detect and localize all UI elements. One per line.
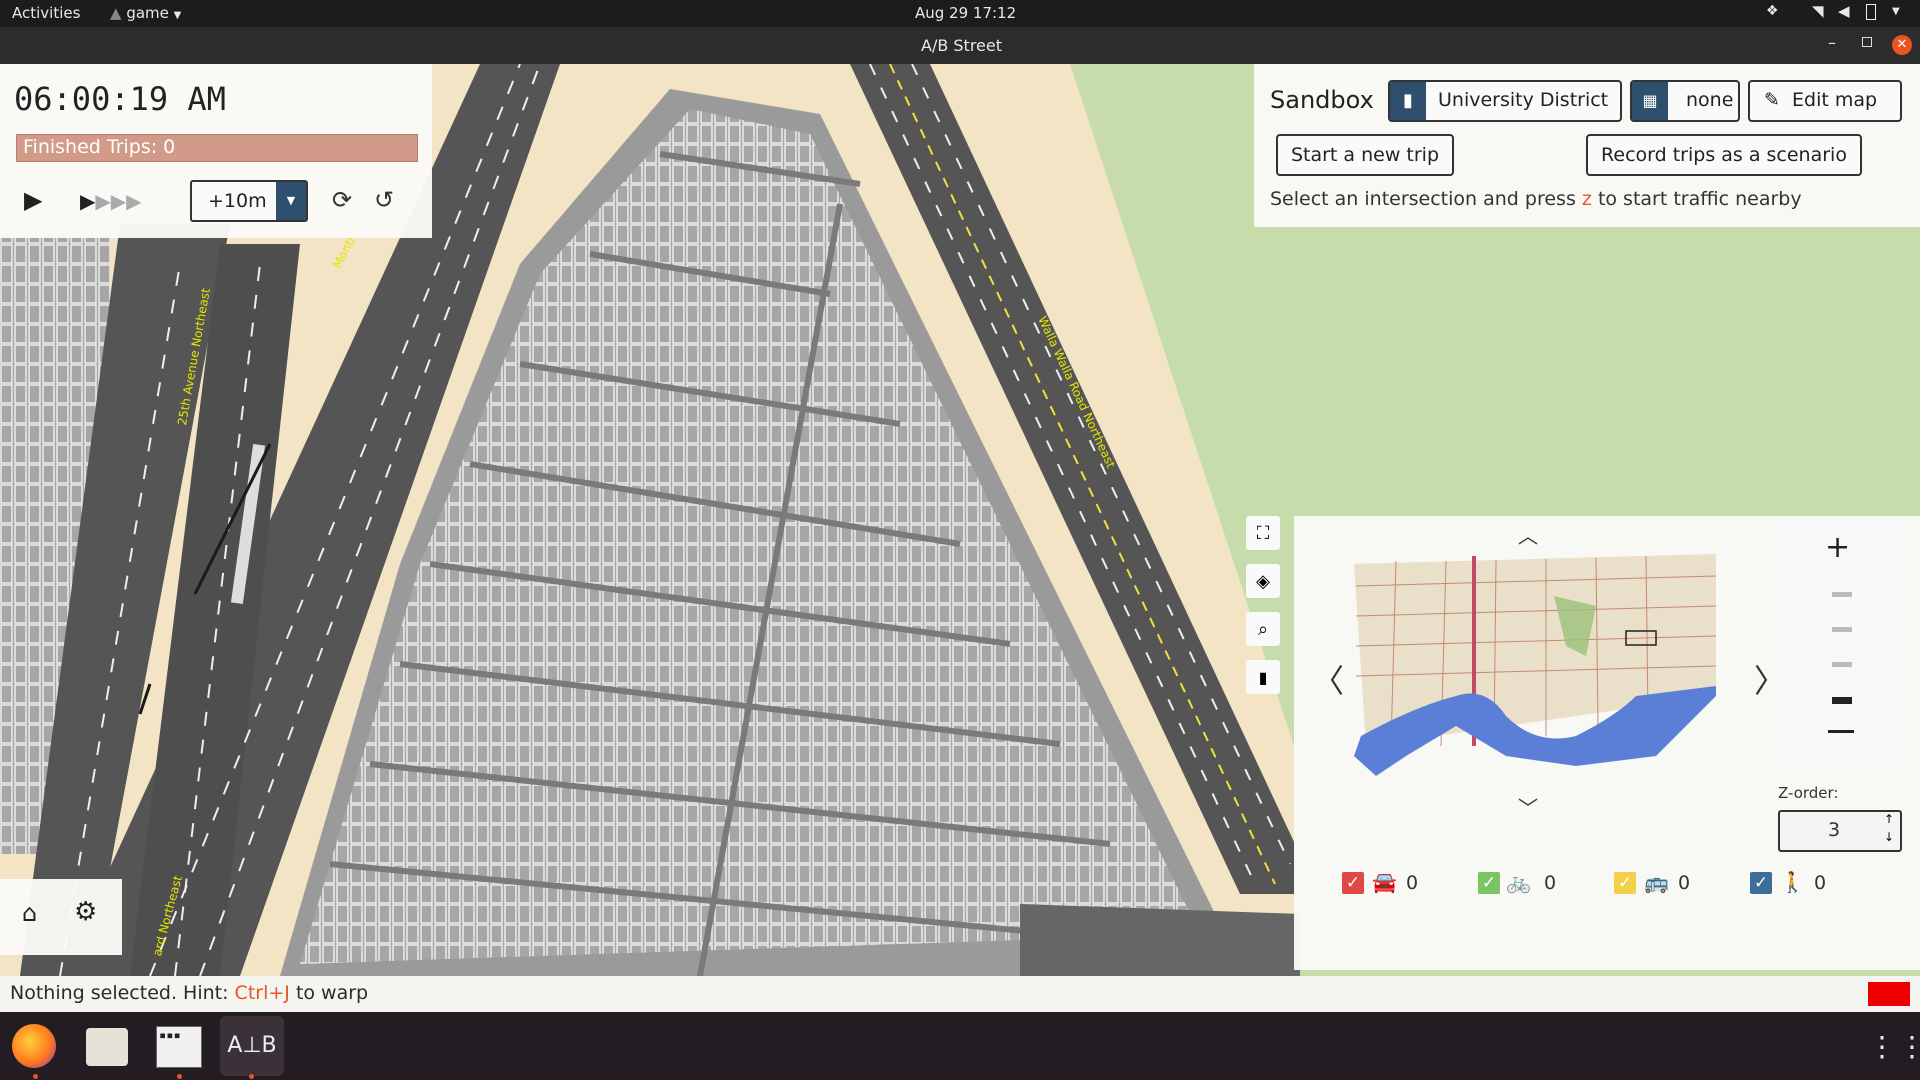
- finished-trips-bar: Finished Trips: 0: [16, 134, 418, 162]
- start-new-trip-button[interactable]: Start a new trip: [1276, 134, 1454, 176]
- error-indicator[interactable]: [1868, 982, 1910, 1006]
- close-icon[interactable]: ✕: [1892, 35, 1912, 55]
- firefox-icon[interactable]: [12, 1024, 56, 1068]
- time-step-select[interactable]: +10m ▼: [190, 180, 308, 222]
- calendar-icon: ▦: [1632, 82, 1668, 120]
- time-panel: 06:00:19 AM Finished Trips: 0 ▶ ▶▶▶▶ +10…: [0, 64, 432, 238]
- sandbox-hint: Select an intersection and press z to st…: [1270, 188, 1802, 210]
- zoom-level-3[interactable]: [1832, 662, 1852, 667]
- status-hint: Nothing selected. Hint: Ctrl+J to warp: [10, 982, 368, 1004]
- edit-map-button[interactable]: ✎ Edit map: [1748, 80, 1902, 122]
- finished-trips-label: Finished Trips: 0: [23, 136, 176, 158]
- play-icon[interactable]: ▶: [24, 186, 42, 214]
- app-grid-icon[interactable]: ⋮⋮⋮: [1868, 1030, 1920, 1063]
- chevron-down-icon: ▼: [173, 10, 182, 21]
- stepper-down-icon[interactable]: ↓: [1884, 830, 1894, 844]
- wifi-icon[interactable]: ◥: [1812, 2, 1824, 20]
- running-indicator: [33, 1074, 38, 1079]
- window-title-bar: A/B Street – ✕: [0, 27, 1920, 64]
- volume-icon[interactable]: ◀: [1838, 2, 1850, 20]
- stepper-up-icon[interactable]: ↑: [1884, 812, 1894, 826]
- car-icon: 🚘: [1372, 870, 1397, 894]
- running-indicator: [249, 1074, 254, 1079]
- zorder-input[interactable]: 3 ↑ ↓: [1778, 810, 1902, 852]
- bus-count: 0: [1678, 872, 1691, 894]
- abstreet-icon[interactable]: A⊥B: [220, 1016, 284, 1076]
- time-step-value: +10m: [208, 190, 267, 212]
- bike-icon: 🚲: [1506, 870, 1531, 894]
- sandbox-panel: Sandbox ▮ University District ▦ none ✎ E…: [1254, 64, 1920, 227]
- sandbox-hint-before: Select an intersection and press: [1270, 188, 1576, 210]
- layers-icon[interactable]: ◈: [1246, 564, 1280, 598]
- edit-map-label: Edit map: [1792, 89, 1878, 111]
- status-hint-key: Ctrl+J: [234, 982, 290, 1004]
- reset-icon[interactable]: ↺: [374, 186, 394, 214]
- car-count: 0: [1406, 872, 1419, 894]
- dropdown-chevron-icon[interactable]: ▼: [276, 182, 306, 220]
- record-trips-button[interactable]: Record trips as a scenario: [1586, 134, 1862, 176]
- home-icon[interactable]: ⌂: [22, 899, 37, 927]
- fullscreen-icon[interactable]: ⛶: [1246, 516, 1280, 550]
- search-icon[interactable]: ⌕: [1246, 612, 1280, 646]
- system-top-bar: Activities ▲ game ▼ Aug 29 17:12 ❖ ◥ ◀ ▼: [0, 0, 1920, 27]
- map-picker-button[interactable]: ▮ University District: [1388, 80, 1622, 122]
- dropbox-icon[interactable]: ❖: [1766, 3, 1779, 19]
- map-icon: ▮: [1390, 82, 1426, 120]
- home-settings-panel: ⌂ ⚙: [0, 879, 122, 955]
- clock-datetime[interactable]: Aug 29 17:12: [915, 4, 1016, 22]
- sandbox-hint-after: to start traffic nearby: [1597, 188, 1802, 210]
- activities-button[interactable]: Activities: [12, 4, 80, 22]
- fast-forward-icon[interactable]: ▶▶▶▶: [80, 189, 142, 213]
- app-menu[interactable]: ▲ game ▼: [110, 4, 181, 22]
- sandbox-hint-key: z: [1581, 188, 1592, 210]
- minimap-panel: ︿ 〈 〉 ﹀ + Z-order: 3 ↑ ↓ ✓ 🚘 0 ✓ 🚲 0 ✓ 🚌…: [1294, 516, 1920, 970]
- sandbox-title: Sandbox: [1270, 86, 1374, 114]
- system-menu-chevron-icon[interactable]: ▼: [1892, 6, 1900, 17]
- sim-clock: 06:00:19 AM: [14, 80, 226, 118]
- zoom-in-icon[interactable]: +: [1825, 530, 1850, 565]
- files-icon[interactable]: [86, 1028, 128, 1066]
- map-name-label: University District: [1438, 89, 1609, 111]
- bike-count: 0: [1544, 872, 1557, 894]
- zoom-panel: +: [1778, 520, 1902, 770]
- bus-icon: 🚌: [1644, 870, 1669, 894]
- minimize-icon[interactable]: –: [1828, 33, 1836, 52]
- zoom-level-2[interactable]: [1832, 627, 1852, 632]
- scenario-picker-button[interactable]: ▦ none: [1630, 80, 1740, 122]
- app-menu-icon: ▲: [110, 4, 122, 22]
- status-bar: Nothing selected. Hint: Ctrl+J to warp: [0, 976, 1920, 1012]
- zoom-level-1[interactable]: [1832, 592, 1852, 597]
- terminal-icon[interactable]: ▪▪▪: [156, 1026, 202, 1068]
- zoom-level-4[interactable]: [1832, 697, 1852, 704]
- app-menu-label: game: [126, 4, 169, 22]
- chart-icon[interactable]: ▮: [1246, 660, 1280, 694]
- minimap-image[interactable]: [1336, 546, 1736, 836]
- pedestrian-icon: 🚶: [1780, 870, 1805, 894]
- dock: ▪▪▪ A⊥B ⋮⋮⋮: [0, 1012, 1920, 1080]
- window-title: A/B Street: [921, 36, 1003, 55]
- jump-time-icon[interactable]: ⟳: [332, 186, 352, 214]
- pedestrian-filter-checkbox[interactable]: ✓: [1750, 872, 1772, 894]
- battery-icon[interactable]: [1866, 4, 1876, 20]
- car-filter-checkbox[interactable]: ✓: [1342, 872, 1364, 894]
- pencil-icon: ✎: [1764, 89, 1780, 111]
- bike-filter-checkbox[interactable]: ✓: [1478, 872, 1500, 894]
- pedestrian-count: 0: [1814, 872, 1827, 894]
- map-canvas[interactable]: Montlake Boulevard Northeast 25th Avenue…: [0, 64, 1920, 976]
- zorder-label: Z-order:: [1778, 784, 1839, 802]
- status-hint-after: to warp: [295, 982, 369, 1004]
- pan-up-icon[interactable]: ︿: [1518, 520, 1538, 549]
- bus-filter-checkbox[interactable]: ✓: [1614, 872, 1636, 894]
- maximize-icon[interactable]: [1862, 37, 1872, 47]
- scenario-label: none: [1686, 89, 1734, 111]
- zorder-value: 3: [1828, 819, 1841, 841]
- running-indicator: [177, 1074, 182, 1079]
- gear-icon[interactable]: ⚙: [74, 897, 97, 927]
- zoom-out-icon[interactable]: [1828, 730, 1854, 733]
- status-hint-before: Nothing selected. Hint:: [10, 982, 229, 1004]
